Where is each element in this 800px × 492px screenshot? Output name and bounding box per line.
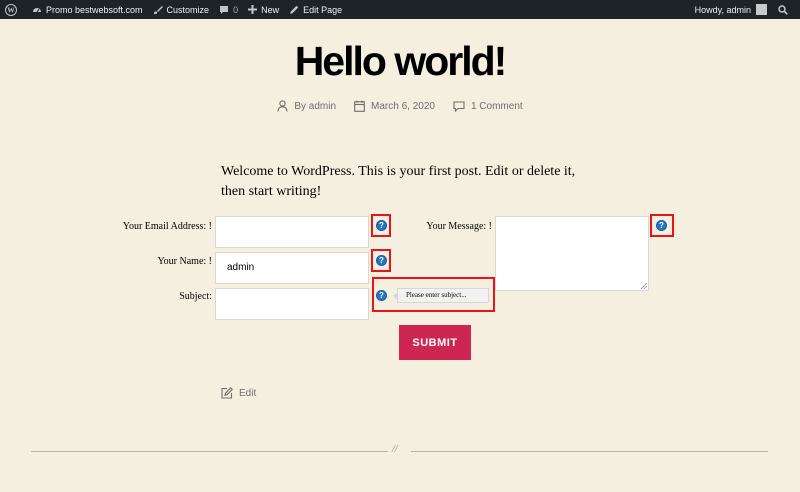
- email-field[interactable]: [215, 216, 369, 248]
- name-help-icon[interactable]: ?: [376, 255, 387, 266]
- comment-icon: [453, 100, 465, 112]
- post-edit-label: Edit: [239, 387, 257, 399]
- admin-search-button[interactable]: [772, 0, 800, 19]
- post-date-link[interactable]: March 6, 2020: [371, 101, 435, 112]
- post-comments: 1 Comment: [453, 101, 523, 112]
- user-icon: [277, 100, 288, 112]
- name-field[interactable]: admin: [215, 252, 369, 284]
- separator-right: [411, 451, 768, 452]
- separator-left: [31, 451, 388, 452]
- resize-handle-icon[interactable]: [641, 283, 647, 289]
- admin-bar-left: W Promo bestwebsoft.com Customize 0 New …: [0, 0, 347, 19]
- message-label: Your Message: !: [426, 221, 492, 232]
- comments-link[interactable]: 0: [214, 0, 243, 19]
- comments-count: 0: [233, 4, 239, 15]
- separator-mark: //: [392, 444, 398, 455]
- wordpress-icon: W: [5, 3, 17, 16]
- new-label: New: [261, 4, 280, 15]
- name-label: Your Name: !: [157, 256, 212, 267]
- pencil-icon: [290, 5, 299, 14]
- edit-page-link[interactable]: Edit Page: [284, 0, 347, 19]
- site-name-link[interactable]: Promo bestwebsoft.com: [27, 0, 148, 19]
- dashboard-icon: [33, 7, 41, 12]
- subject-field[interactable]: [215, 288, 369, 320]
- comment-bubble-icon: [220, 5, 229, 14]
- email-help-icon[interactable]: ?: [376, 220, 387, 231]
- subject-help-icon[interactable]: ?: [376, 290, 387, 301]
- howdy-label: Howdy, admin: [694, 4, 751, 15]
- edit-page-label: Edit Page: [303, 4, 343, 15]
- edit-icon: [221, 387, 233, 399]
- subject-label: Subject:: [179, 291, 212, 302]
- wordpress-logo-button[interactable]: W: [0, 0, 27, 19]
- brush-icon: [153, 5, 163, 14]
- customize-label: Customize: [166, 4, 210, 15]
- calendar-icon: [354, 100, 365, 112]
- message-textarea[interactable]: [495, 216, 649, 291]
- post-comments-link[interactable]: 1 Comment: [471, 101, 523, 112]
- post-edit-link[interactable]: Edit: [221, 387, 256, 399]
- post-title: Hello world!: [294, 38, 508, 84]
- message-help-icon[interactable]: ?: [656, 220, 667, 231]
- avatar: [756, 4, 767, 15]
- post-date: March 6, 2020: [354, 100, 435, 112]
- post-author: By admin: [277, 100, 336, 112]
- post-meta: By admin March 6, 2020 1 Comment: [0, 100, 800, 112]
- admin-bar: W Promo bestwebsoft.com Customize 0 New …: [0, 0, 800, 19]
- admin-bar-right: Howdy, admin: [690, 0, 800, 19]
- site-name-label: Promo bestwebsoft.com: [46, 4, 143, 15]
- post-author-link[interactable]: By admin: [294, 101, 336, 112]
- search-icon: [778, 4, 788, 15]
- submit-button[interactable]: SUBMIT: [399, 325, 471, 360]
- email-label: Your Email Address: !: [122, 221, 212, 232]
- subject-help-tooltip: Please enter subject...: [393, 288, 489, 303]
- my-account-link[interactable]: Howdy, admin: [690, 0, 772, 19]
- customize-link[interactable]: Customize: [148, 0, 215, 19]
- new-content-link[interactable]: New: [243, 0, 284, 19]
- svg-text:W: W: [7, 5, 15, 14]
- plus-icon: [248, 5, 258, 14]
- post-content: Welcome to WordPress. This is your first…: [221, 164, 576, 199]
